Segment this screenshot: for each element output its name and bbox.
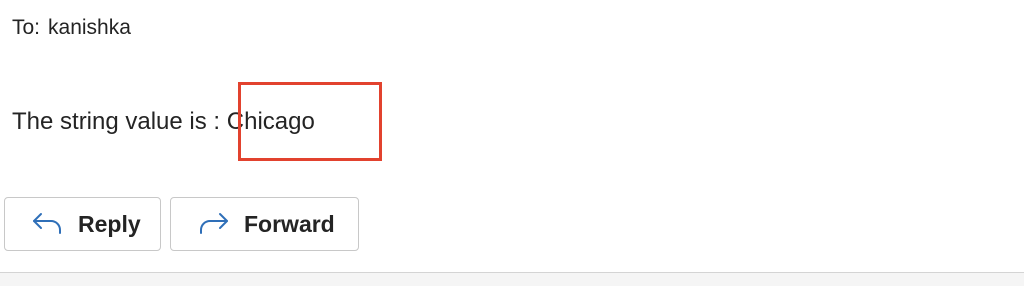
highlighted-value: Chicago: [226, 108, 315, 135]
recipient-line: To: kanishka: [12, 14, 131, 42]
message-actions: Reply Forward: [4, 197, 359, 251]
to-label: To:: [12, 16, 41, 39]
recipient-name: kanishka: [48, 16, 131, 39]
forward-button[interactable]: Forward: [170, 197, 359, 251]
forward-arrow-icon: [198, 210, 230, 238]
reply-arrow-icon: [31, 210, 63, 238]
message-body: The string value is : Chicago: [12, 107, 315, 137]
reply-label: Reply: [78, 210, 141, 237]
forward-label: Forward: [244, 210, 335, 237]
reply-button[interactable]: Reply: [4, 197, 161, 251]
message-text: The string value is :: [12, 108, 227, 135]
bottom-strip: [0, 273, 1024, 286]
